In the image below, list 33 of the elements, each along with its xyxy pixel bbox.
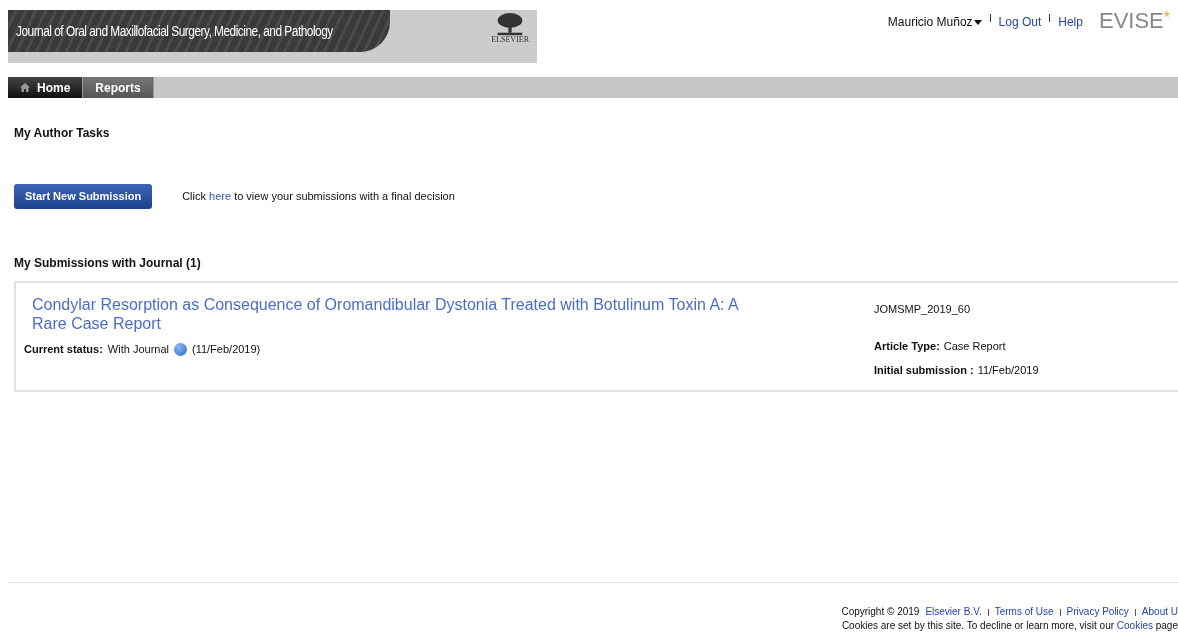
manuscript-id: JOMSMP_2019_60 bbox=[874, 302, 971, 317]
section-heading: My Author Tasks bbox=[14, 125, 111, 142]
initial-submission-label: Initial submission : bbox=[874, 363, 974, 378]
home-icon bbox=[20, 83, 30, 92]
article-type: Case Report bbox=[943, 338, 1006, 354]
footer-link[interactable]: Privacy Policy bbox=[1066, 605, 1129, 619]
footer-link[interactable]: Terms of Use bbox=[994, 605, 1054, 619]
user-menu[interactable]: Mauricio Muñoz bbox=[887, 13, 982, 31]
app-logo: EVISE* bbox=[1098, 10, 1170, 32]
section-heading: My Submissions with Journal (1) bbox=[14, 255, 202, 272]
info-icon[interactable] bbox=[174, 342, 187, 356]
start-submission-button[interactable]: Start New Submission bbox=[14, 184, 153, 209]
article-type-label: Article Type: bbox=[874, 338, 940, 354]
cookies-text: Cookies are set by this site. To decline or learn more, visit our Cookies page bbox=[841, 619, 1178, 633]
final-decision-text: Click here to view your submissions with a final decision bbox=[182, 189, 455, 205]
header-link[interactable]: Log Out bbox=[998, 13, 1042, 31]
publisher-logo: ELSEVIER bbox=[491, 36, 529, 44]
tree-logo-icon bbox=[496, 13, 525, 36]
header-link[interactable]: Help bbox=[1058, 13, 1083, 31]
here-link[interactable]: here bbox=[209, 190, 232, 203]
caret-icon bbox=[973, 19, 982, 25]
journal-title: Journal of Oral and Maxillofacial Surgery, Medicine, and Pathology bbox=[16, 21, 333, 41]
nav-tab[interactable]: Reports bbox=[83, 77, 154, 98]
submission-title[interactable]: Condylar Resorption as Consequence of Oromandibular Dystonia Treated with Botulinum Toxin A: A Rare Case Report bbox=[32, 295, 772, 333]
cookies-link[interactable]: Cookies bbox=[1116, 620, 1153, 631]
status-date: (11/Feb/2019) bbox=[192, 342, 261, 357]
status-label: Current status: bbox=[24, 342, 103, 357]
initial-submission-date: 11/Feb/2019 bbox=[977, 363, 1039, 378]
footer-link[interactable]: About U bbox=[1141, 605, 1178, 619]
footer-link[interactable]: Elsevier B.V. bbox=[925, 605, 982, 619]
copyright-text: Copyright © 2019 bbox=[841, 605, 920, 619]
status-value: With Journal bbox=[107, 342, 169, 357]
nav-tab[interactable]: Home bbox=[8, 77, 84, 98]
